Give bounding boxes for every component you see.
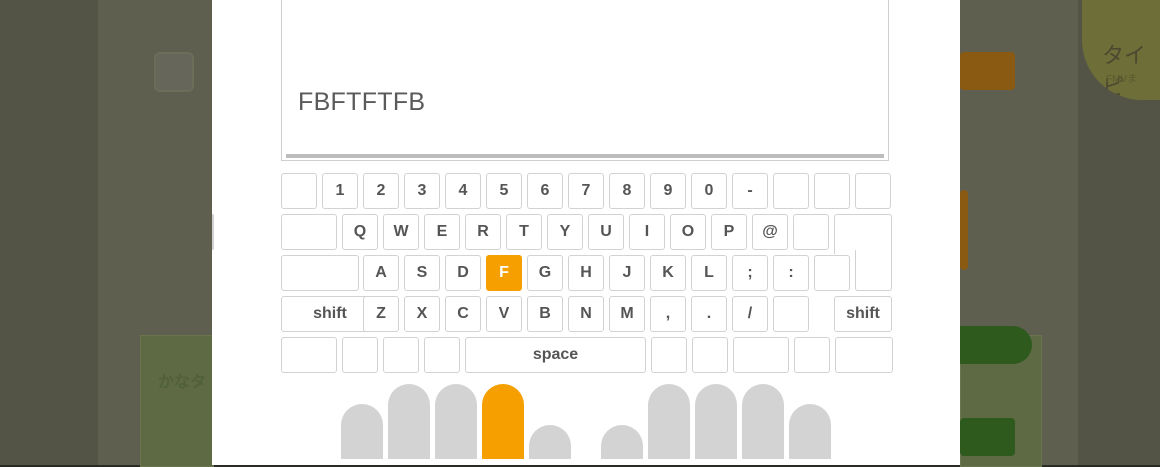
finger-right-index (648, 384, 690, 459)
key-e: E (424, 214, 460, 250)
key-blank (794, 337, 830, 373)
key-at: @ (752, 214, 788, 250)
key-w: W (383, 214, 419, 250)
key-3: 3 (404, 173, 440, 209)
key-2: 2 (363, 173, 399, 209)
background-kana-heading: かなタ (158, 374, 207, 391)
key-blank (281, 173, 317, 209)
finger-right-thumb (601, 425, 643, 459)
key-z: Z (363, 296, 399, 332)
key-l: L (691, 255, 727, 291)
key-semicolon: ; (732, 255, 768, 291)
key-blank (692, 337, 728, 373)
key-s: S (404, 255, 440, 291)
key-6: 6 (527, 173, 563, 209)
typing-modal: FBFTFTFB 1 2 3 4 5 6 7 8 9 0- Q W E R T Y U I O P @ A S D F G H J K L… (212, 0, 960, 465)
typing-progress-bar (286, 154, 884, 158)
finger-left-pinky (341, 404, 383, 459)
key-q: Q (342, 214, 378, 250)
key-n: N (568, 296, 604, 332)
typing-target-text: FBFTFTFB (298, 88, 426, 116)
key-5: 5 (486, 173, 522, 209)
finger-right-middle (695, 384, 737, 459)
typing-display: FBFTFTFB (281, 0, 889, 161)
key-r: R (465, 214, 501, 250)
key-u: U (588, 214, 624, 250)
key-colon: : (773, 255, 809, 291)
key-8: 8 (609, 173, 645, 209)
key-blank (212, 214, 214, 250)
badge-title: タイピ (1102, 43, 1147, 100)
background-orange-strip (960, 190, 968, 270)
key-o: O (670, 214, 706, 250)
key-blank (342, 337, 378, 373)
finger-left-index (482, 384, 524, 459)
key-minus: - (732, 173, 768, 209)
key-9: 9 (650, 173, 686, 209)
key-enter (834, 214, 892, 254)
key-4: 4 (445, 173, 481, 209)
key-blank (773, 173, 809, 209)
background-orange-button (960, 52, 1015, 90)
key-blank (855, 173, 891, 209)
key-m: M (609, 296, 645, 332)
finger-right-ring (742, 384, 784, 459)
key-blank (424, 337, 460, 373)
key-a: A (363, 255, 399, 291)
key-h: H (568, 255, 604, 291)
background-green-panel (140, 335, 214, 467)
key-7: 7 (568, 173, 604, 209)
key-v: V (486, 296, 522, 332)
key-blank (383, 337, 419, 373)
key-x: X (404, 296, 440, 332)
key-t: T (506, 214, 542, 250)
key-g: G (527, 255, 563, 291)
key-y: Y (547, 214, 583, 250)
key-blank (835, 337, 893, 373)
key-space: space (465, 337, 646, 373)
key-k: K (650, 255, 686, 291)
key-d: D (445, 255, 481, 291)
key-i: I (629, 214, 665, 250)
key-blank (814, 173, 850, 209)
finger-left-ring (388, 384, 430, 459)
finger-right-pinky (789, 404, 831, 459)
key-blank (281, 337, 337, 373)
finger-left-thumb (529, 425, 571, 459)
key-blank (651, 337, 687, 373)
key-blank (773, 296, 809, 332)
key-blank (281, 255, 359, 291)
key-shift: shift (834, 296, 892, 332)
badge-subtitle: FMVま (1106, 74, 1138, 85)
key-c: C (445, 296, 481, 332)
key-enter-lower (855, 250, 892, 291)
key-slash: / (732, 296, 768, 332)
background-green-button (960, 418, 1015, 456)
key-1: 1 (322, 173, 358, 209)
mascot-icon (154, 52, 194, 92)
key-blank (281, 214, 337, 250)
key-f: F (486, 255, 522, 291)
key-0: 0 (691, 173, 727, 209)
key-p: P (711, 214, 747, 250)
background-green-pill (960, 326, 1032, 364)
typing-badge: タイピ FMVま (1082, 0, 1160, 100)
finger-left-middle (435, 384, 477, 459)
key-b: B (527, 296, 563, 332)
key-blank (814, 255, 850, 291)
key-comma: , (650, 296, 686, 332)
key-blank (733, 337, 789, 373)
key-j: J (609, 255, 645, 291)
key-blank (793, 214, 829, 250)
key-period: . (691, 296, 727, 332)
